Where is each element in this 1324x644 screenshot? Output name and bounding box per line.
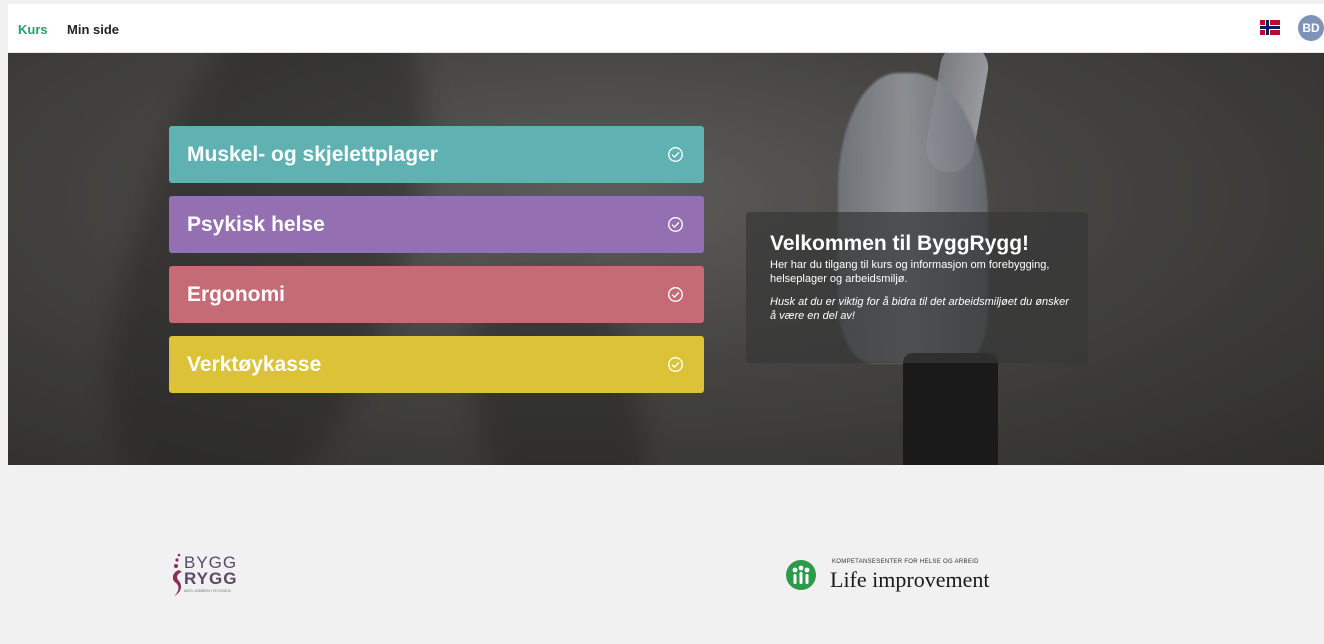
nav-link-kurs[interactable]: Kurs: [18, 22, 48, 37]
course-label: Verktøykasse: [187, 353, 322, 376]
course-label: Ergonomi: [187, 283, 285, 306]
life-improvement-logo: KOMPETANSESENTER FOR HELSE OG ARBEID Lif…: [786, 556, 1026, 596]
logo-text-rygg: RYGG: [184, 569, 238, 588]
welcome-panel: Velkommen til ByggRygg! Her har du tilga…: [746, 212, 1088, 363]
course-label: Muskel- og skjelettplager: [187, 143, 438, 166]
norway-flag-icon[interactable]: [1260, 20, 1280, 35]
welcome-italic-text: Husk at du er viktig for å bidra til det…: [770, 296, 1069, 322]
welcome-title: Velkommen til ByggRygg!: [770, 232, 1030, 255]
course-button-ergonomi[interactable]: Ergonomi: [169, 266, 704, 323]
life-improvement-logo-icon: [786, 560, 816, 590]
logo-subtitle: KOMPETANSESENTER FOR HELSE OG ARBEID: [832, 559, 979, 565]
welcome-text: Her har du tilgang til kurs og informasj…: [770, 259, 1050, 285]
hero-banner: Muskel- og skjelettplager Psykisk helse …: [8, 53, 1324, 465]
byggrygg-logo: BYGG RYGG MED JOBBEN I RYGGEN: [162, 550, 272, 602]
logo-title: Life improvement: [830, 567, 990, 592]
check-circle-icon: [668, 217, 683, 232]
course-button-muskel[interactable]: Muskel- og skjelettplager: [169, 126, 704, 183]
check-circle-icon: [668, 357, 683, 372]
logo-tagline: MED JOBBEN I RYGGEN: [184, 588, 231, 593]
user-avatar[interactable]: BD: [1298, 15, 1324, 41]
course-button-verktoykasse[interactable]: Verktøykasse: [169, 336, 704, 393]
course-button-psykisk-helse[interactable]: Psykisk helse: [169, 196, 704, 253]
check-circle-icon: [668, 147, 683, 162]
check-circle-icon: [668, 287, 683, 302]
spine-logo-icon: [172, 553, 182, 596]
top-navigation-bar: Kurs Min side BD: [8, 4, 1324, 53]
nav-link-min-side[interactable]: Min side: [67, 22, 119, 37]
course-label: Psykisk helse: [187, 213, 325, 236]
